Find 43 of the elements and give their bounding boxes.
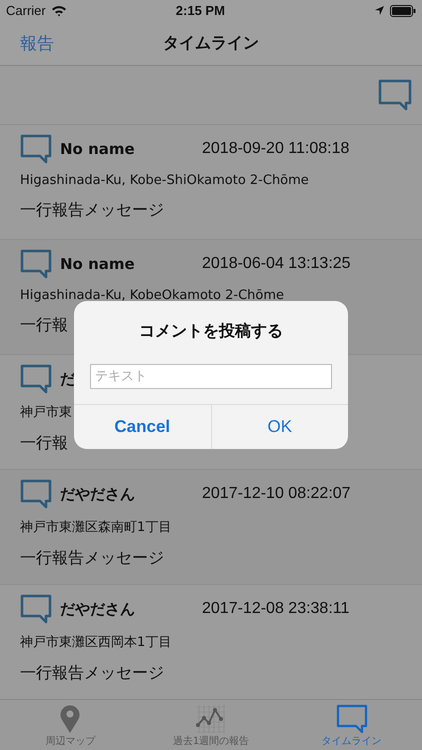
map-pin-icon xyxy=(59,704,82,734)
dialog-button[interactable]: Cancel xyxy=(74,405,210,449)
post-address: Higashinada-Ku, Kobe-ShiOkamoto 2-Chōme xyxy=(20,172,309,188)
post-address: 神戸市東灘区西岡本1丁目 xyxy=(20,634,172,652)
report-button[interactable]: 報告 xyxy=(20,32,54,56)
post-address: 神戸市東 xyxy=(20,404,72,422)
post-address: Higashinada-Ku, KobeOkamoto 2-Chōme xyxy=(20,288,284,304)
post-date: 2017-12-10 08:22:07 xyxy=(202,485,351,504)
comment-input-field[interactable]: テキスト xyxy=(90,364,332,389)
comment-icon xyxy=(20,364,52,394)
battery-icon xyxy=(390,4,416,17)
post-author: だやださん xyxy=(60,600,135,619)
post-message: 一行報告メッセージ xyxy=(20,200,164,221)
comment-icon xyxy=(20,594,52,624)
status-time: 2:15 PM xyxy=(174,3,226,18)
comment-icon[interactable] xyxy=(378,79,412,112)
comment-icon xyxy=(20,134,52,164)
post-address: 神戸市東灘区森南町1丁目 xyxy=(20,519,172,536)
post-message: 一行報 xyxy=(20,433,68,454)
post-author: だやださん xyxy=(60,484,135,504)
post-message: 一行報告メッセージ xyxy=(20,548,164,570)
post-date: 2018-09-20 11:08:18 xyxy=(202,140,350,158)
post-message: 一行報 xyxy=(20,315,68,336)
comment-icon xyxy=(336,704,368,734)
location-arrow-icon xyxy=(374,5,385,16)
post-author: だ xyxy=(60,370,75,389)
post-row[interactable]: だやださん 2017-12-10 08:22:07 神戸市東灘区森南町1丁目 一行報告メッセージ xyxy=(0,469,422,584)
wifi-icon xyxy=(50,4,67,17)
post-author: No name xyxy=(60,255,135,274)
comment-icon xyxy=(20,479,52,510)
post-date: 2018-06-04 13:13:25 xyxy=(202,255,351,274)
dialog-button[interactable]: OK xyxy=(210,405,348,449)
post-author: No name xyxy=(60,140,135,158)
tab[interactable]: 周辺マップ xyxy=(0,700,141,750)
post-row[interactable]: だやださん 2017-12-08 23:38:11 神戸市東灘区西岡本1丁目 一行報告メッセージ xyxy=(0,584,422,700)
comment-icon xyxy=(20,249,52,280)
line-chart-icon xyxy=(195,704,227,734)
post-message: 一行報告メッセージ xyxy=(20,663,164,684)
dialog-title: コメントを投稿する xyxy=(139,321,283,342)
tab[interactable]: 過去1週間の報告 xyxy=(140,700,282,750)
post-date: 2017-12-08 23:38:11 xyxy=(202,600,350,618)
carrier-name: Carrier xyxy=(6,3,46,18)
nav-title: タイムライン xyxy=(163,33,259,54)
